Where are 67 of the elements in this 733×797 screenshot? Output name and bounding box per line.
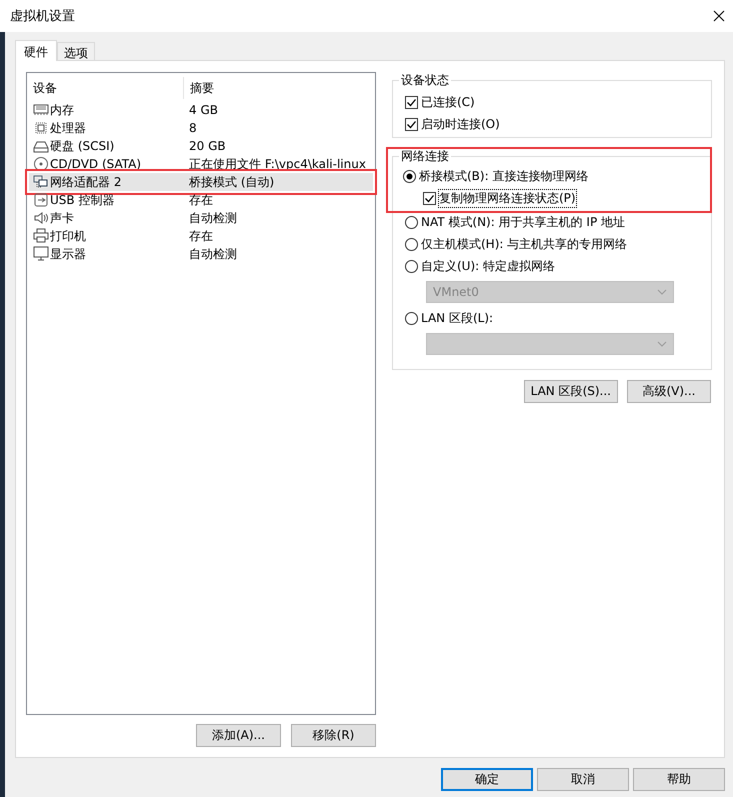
column-header: 设备	[29, 77, 184, 99]
device-row[interactable]: 显示器 自动检测	[29, 245, 373, 263]
radio-label[interactable]: LAN 区段(L):	[421, 310, 494, 326]
group-title: 设备状态	[400, 72, 450, 89]
memory-icon	[33, 102, 49, 118]
usb-icon	[33, 192, 49, 208]
checkbox-label[interactable]: 启动时连接(O)	[421, 116, 500, 132]
printer-icon	[33, 228, 49, 244]
device-row[interactable]: 网络适配器 2 桥接模式 (自动)	[29, 173, 373, 191]
device-row[interactable]: 打印机 存在	[29, 227, 373, 245]
tab[interactable]: 硬件	[15, 40, 57, 61]
chevron-down-icon	[657, 341, 667, 347]
device-name: 内存	[50, 102, 74, 118]
network-icon	[33, 174, 49, 190]
device-name: 显示器	[50, 246, 86, 262]
dialog-button[interactable]: 确定	[441, 768, 533, 791]
sound-icon	[33, 210, 49, 226]
radio-button[interactable]	[405, 312, 418, 324]
radio-label[interactable]: 仅主机模式(H): 与主机共享的专用网络	[421, 236, 628, 252]
cpu-icon	[33, 120, 49, 136]
checkbox-label[interactable]: 复制物理网络连接状态(P)	[439, 190, 576, 206]
device-row[interactable]: 声卡 自动检测	[29, 209, 373, 227]
device-button[interactable]: 移除(R)	[291, 724, 376, 747]
checkbox[interactable]	[405, 118, 418, 130]
dropdown-value: VMnet0	[433, 285, 479, 299]
device-summary: 20 GB	[189, 139, 226, 153]
device-summary: 8	[189, 121, 197, 135]
radio-label[interactable]: 桥接模式(B): 直接连接物理网络	[419, 168, 588, 184]
checkbox[interactable]	[423, 192, 436, 204]
device-name: USB 控制器	[50, 192, 114, 208]
device-summary: 桥接模式 (自动)	[189, 174, 274, 188]
dialog-button[interactable]: 取消	[537, 768, 629, 791]
group-title: 网络连接	[400, 148, 450, 165]
cdrom-icon	[33, 156, 49, 172]
radio-button[interactable]	[405, 260, 418, 272]
radio-label[interactable]: NAT 模式(N): 用于共享主机的 IP 地址	[421, 214, 625, 230]
radio-button[interactable]	[403, 170, 416, 182]
network-button[interactable]: LAN 区段(S)...	[524, 380, 618, 403]
device-row[interactable]: USB 控制器 存在	[29, 191, 373, 209]
device-row[interactable]: 硬盘 (SCSI) 20 GB	[29, 137, 373, 155]
device-button[interactable]: 添加(A)...	[196, 724, 281, 747]
device-name: CD/DVD (SATA)	[50, 157, 142, 171]
device-summary: 自动检测	[189, 246, 237, 260]
radio-button[interactable]	[405, 238, 418, 250]
window-title: 虚拟机设置	[10, 8, 75, 25]
chevron-down-icon	[657, 289, 667, 295]
display-icon	[33, 246, 49, 262]
device-summary: 存在	[189, 228, 213, 242]
network-button[interactable]: 高级(V)...	[627, 380, 711, 403]
device-name: 声卡	[50, 210, 74, 226]
close-icon[interactable]	[713, 10, 725, 22]
column-header: 摘要	[189, 80, 214, 96]
radio-label[interactable]: 自定义(U): 特定虚拟网络	[421, 258, 556, 274]
device-name: 打印机	[50, 228, 86, 244]
device-summary: 自动检测	[189, 210, 237, 224]
dialog-button[interactable]: 帮助	[633, 768, 725, 791]
tab[interactable]: 选项	[57, 42, 95, 60]
device-summary: 4 GB	[189, 103, 218, 117]
radio-button[interactable]	[405, 216, 418, 228]
device-name: 硬盘 (SCSI)	[50, 138, 114, 154]
device-name: 处理器	[50, 120, 86, 136]
checkbox[interactable]	[405, 96, 418, 108]
device-name: 网络适配器 2	[50, 174, 122, 190]
device-summary: 存在	[189, 192, 213, 206]
device-row[interactable]: 内存 4 GB	[29, 101, 373, 119]
device-row[interactable]: 处理器 8	[29, 119, 373, 137]
checkbox-label[interactable]: 已连接(C)	[421, 94, 475, 110]
